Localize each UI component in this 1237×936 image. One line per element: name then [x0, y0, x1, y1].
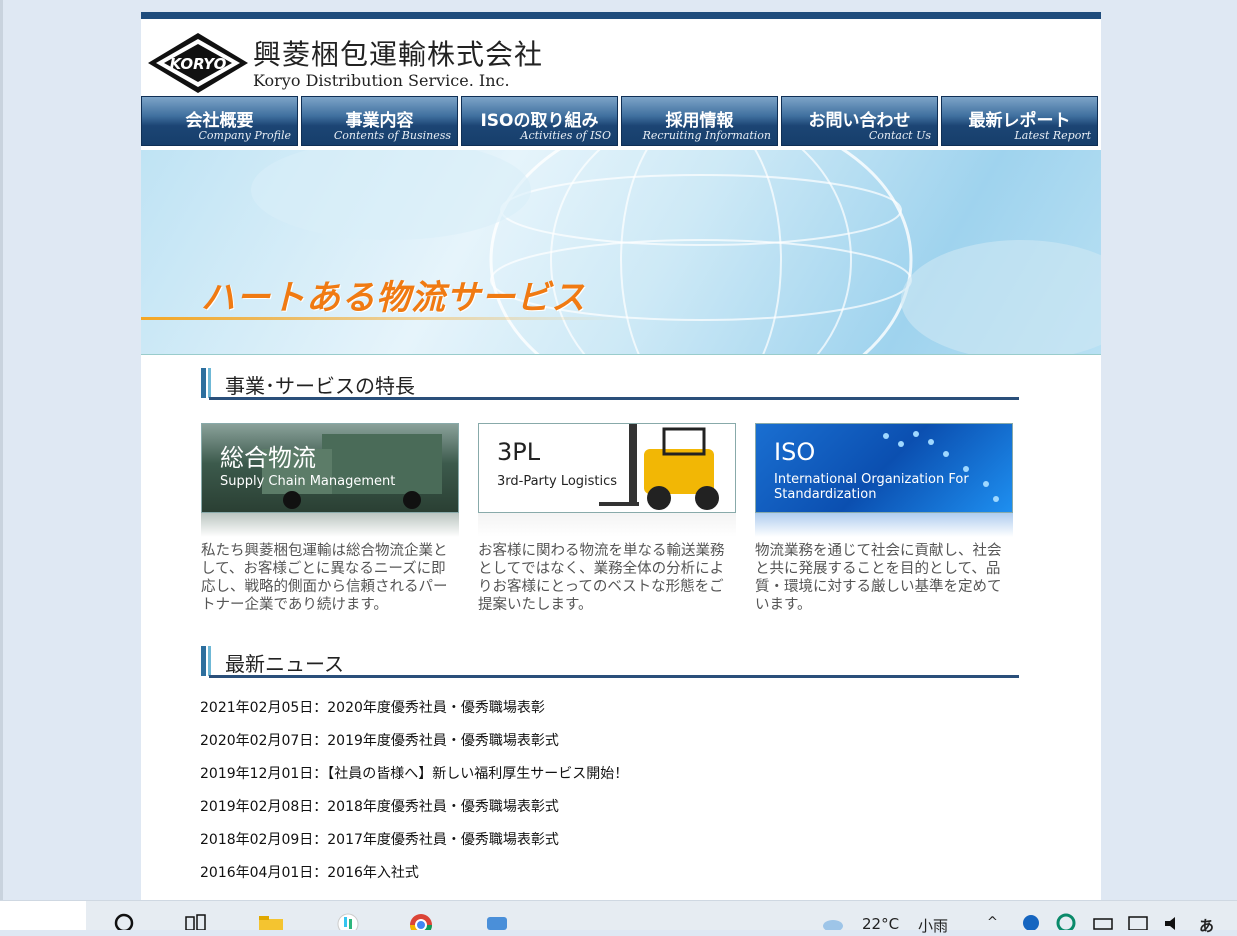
volume-icon[interactable] [1162, 911, 1188, 930]
nav-label: 最新レポート [968, 111, 1071, 131]
service-image-title: 総合物流 [220, 444, 316, 472]
news-title: 最新ニュース [225, 652, 344, 676]
nav-contents-of-business[interactable]: 事業内容 Contents of Business [301, 96, 458, 146]
nav-label: 会社概要 [185, 111, 254, 131]
weather-temperature: 22°C [862, 915, 900, 933]
weather-description: 小雨 [918, 917, 949, 935]
main-nav: 会社概要 Company Profile 事業内容 Contents of Bu… [141, 96, 1101, 146]
battery-icon[interactable] [1092, 911, 1118, 930]
service-card-3pl: 3PL 3rd-Party Logistics お客様に関わる物流を単なる輸送業… [478, 423, 736, 614]
file-explorer-icon[interactable] [258, 911, 284, 930]
company-name-en: Koryo Distribution Service. Inc. [253, 71, 510, 90]
nav-activities-of-iso[interactable]: ISOの取り組み Activities of ISO [461, 96, 618, 146]
service-description: 物流業務を通じて社会に貢献し、社会と共に発展することを目的として、品質・環境に対… [755, 543, 1002, 613]
news-item[interactable]: 2021年02月05日：2020年度優秀社員・優秀職場表彰 [200, 698, 628, 731]
image-reflection [755, 513, 1013, 537]
features-title: 事業･サービスの特長 [225, 374, 415, 398]
bluetooth-icon[interactable] [1020, 911, 1046, 930]
site-header: KORYO 興菱梱包運輸株式会社 Koryo Distribution Serv… [141, 19, 1101, 96]
heading-rule [209, 675, 1019, 678]
nav-label: お問い合わせ [808, 111, 911, 131]
weather-icon[interactable] [820, 911, 846, 930]
news-item[interactable]: 2020年02月07日：2019年度優秀社員・優秀職場表彰式 [200, 731, 628, 764]
nav-sublabel: Recruiting Information [642, 129, 771, 142]
task-view-icon[interactable] [183, 911, 209, 930]
service-image-title: ISO [774, 438, 816, 466]
heading-marker [208, 646, 211, 676]
system-tray-app-icon[interactable] [1055, 911, 1081, 930]
heading-rule [209, 397, 1019, 400]
nav-recruiting[interactable]: 採用情報 Recruiting Information [621, 96, 778, 146]
news-item[interactable]: 2019年12月01日：【社員の皆様へ】新しい福利厚生サービス開始！ [200, 764, 628, 797]
ime-indicator[interactable]: あ [1199, 915, 1214, 936]
nav-sublabel: Contact Us [868, 129, 931, 142]
service-description: 私たち興菱梱包運輸は総合物流企業として、お客様ごとに異なるニーズに即応し、戦略的… [201, 543, 448, 613]
news-item[interactable]: 2018年02月09日：2017年度優秀社員・優秀職場表彰式 [200, 830, 628, 863]
image-reflection [201, 513, 459, 537]
search-icon[interactable] [112, 911, 138, 930]
app-icon[interactable] [484, 911, 510, 930]
nav-label: 事業内容 [345, 111, 414, 131]
service-image-subtitle: International Organization For Standardi… [774, 472, 969, 502]
service-image-iso[interactable]: ISO International Organization For Stand… [755, 423, 1013, 513]
nav-label: ISOの取り組み [480, 111, 599, 131]
nav-company-profile[interactable]: 会社概要 Company Profile [141, 96, 298, 146]
top-accent-bar [141, 12, 1101, 19]
company-logo[interactable]: KORYO [146, 32, 250, 94]
features-heading: 事業･サービスの特長 [201, 368, 1019, 400]
network-icon[interactable] [1127, 911, 1153, 930]
hero-underline [141, 317, 621, 320]
hero-title: ハートある物流サービス [201, 278, 586, 318]
news-item[interactable]: 2019年02月08日：2018年度優秀社員・優秀職場表彰式 [200, 797, 628, 830]
service-image-subtitle: 3rd-Party Logistics [497, 474, 618, 489]
globe-illustration [251, 150, 1101, 354]
heading-marker [201, 646, 206, 676]
hero-banner: ハートある物流サービス [141, 150, 1101, 355]
service-card-iso: ISO International Organization For Stand… [755, 423, 1013, 614]
news-item[interactable]: 2016年04月01日：2016年入社式 [200, 863, 628, 896]
company-name-jp: 興菱梱包運輸株式会社 [253, 38, 544, 71]
svg-text:KORYO: KORYO [170, 55, 227, 73]
nav-sublabel: Contents of Business [333, 129, 451, 142]
chevron-up-icon[interactable]: ^ [987, 915, 998, 930]
image-reflection [478, 513, 736, 537]
left-window-edge [0, 0, 3, 900]
service-image-subtitle: Supply Chain Management [220, 474, 396, 489]
service-image-scm[interactable]: 総合物流 Supply Chain Management [201, 423, 459, 513]
slack-icon[interactable] [335, 911, 361, 930]
nav-sublabel: Activities of ISO [520, 129, 611, 142]
nav-sublabel: Latest Report [1014, 129, 1092, 142]
nav-latest-report[interactable]: 最新レポート Latest Report [941, 96, 1098, 146]
service-card-scm: 総合物流 Supply Chain Management 私たち興菱梱包運輸は総… [201, 423, 459, 614]
web-page: KORYO 興菱梱包運輸株式会社 Koryo Distribution Serv… [141, 12, 1101, 900]
nav-label: 採用情報 [665, 111, 734, 131]
heading-marker [208, 368, 211, 398]
service-image-3pl[interactable]: 3PL 3rd-Party Logistics [478, 423, 736, 513]
service-description: お客様に関わる物流を単なる輸送業務としてではなく、業務全体の分析によりお客様にと… [478, 543, 725, 613]
nav-contact-us[interactable]: お問い合わせ Contact Us [781, 96, 938, 146]
news-heading: 最新ニュース [201, 646, 1019, 678]
service-image-title: 3PL [497, 438, 541, 466]
news-list: 2021年02月05日：2020年度優秀社員・優秀職場表彰 2020年02月07… [200, 698, 628, 896]
taskbar-start-area[interactable] [0, 901, 86, 930]
heading-marker [201, 368, 206, 398]
taskbar: 22°C 小雨 ^ あ [0, 900, 1237, 935]
chrome-icon[interactable] [408, 911, 434, 930]
nav-sublabel: Company Profile [198, 129, 291, 142]
